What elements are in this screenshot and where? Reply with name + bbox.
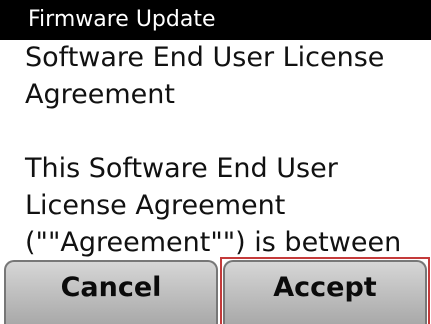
title-bar: Firmware Update: [0, 0, 431, 40]
cancel-button[interactable]: Cancel: [4, 260, 218, 324]
accept-button-label: Accept: [273, 272, 377, 303]
license-heading-line-2: Agreement: [25, 79, 175, 110]
cancel-button-label: Cancel: [60, 272, 162, 303]
license-heading-line-1: Software End User License: [25, 42, 385, 73]
window-title: Firmware Update: [28, 7, 216, 32]
license-body-line-2: License Agreement: [25, 190, 286, 221]
license-body-line-3: (""Agreement"") is between: [25, 227, 402, 258]
accept-button[interactable]: Accept: [223, 260, 427, 324]
license-body-line-1: This Software End User: [25, 153, 338, 184]
license-text-area[interactable]: Software End User License Agreement This…: [0, 40, 431, 262]
